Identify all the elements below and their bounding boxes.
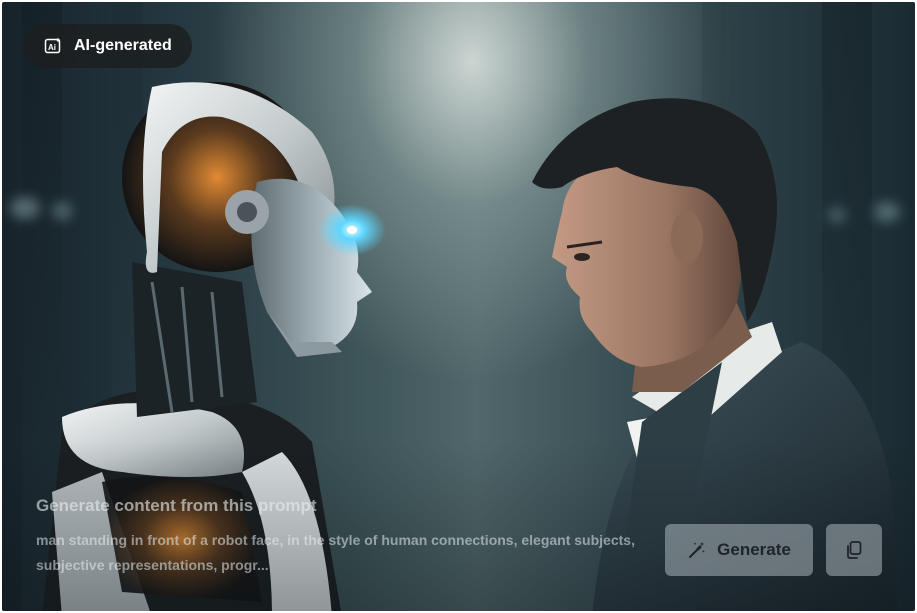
ai-sparkle-icon: Ai bbox=[44, 37, 61, 54]
copy-button[interactable] bbox=[826, 524, 882, 576]
prompt-panel: Generate content from this prompt man st… bbox=[36, 496, 656, 578]
ai-generated-badge: Ai AI-generated bbox=[24, 24, 192, 68]
generate-button-label: Generate bbox=[717, 540, 791, 559]
prompt-text: man standing in front of a robot face, i… bbox=[36, 532, 635, 573]
copy-icon bbox=[847, 541, 862, 559]
badge-label: AI-generated bbox=[74, 37, 172, 54]
generate-button[interactable]: Generate bbox=[665, 524, 813, 576]
svg-text:Ai: Ai bbox=[48, 43, 56, 52]
prompt-title: Generate content from this prompt bbox=[36, 496, 317, 515]
magic-wand-icon bbox=[689, 542, 705, 558]
background-light bbox=[10, 197, 40, 219]
